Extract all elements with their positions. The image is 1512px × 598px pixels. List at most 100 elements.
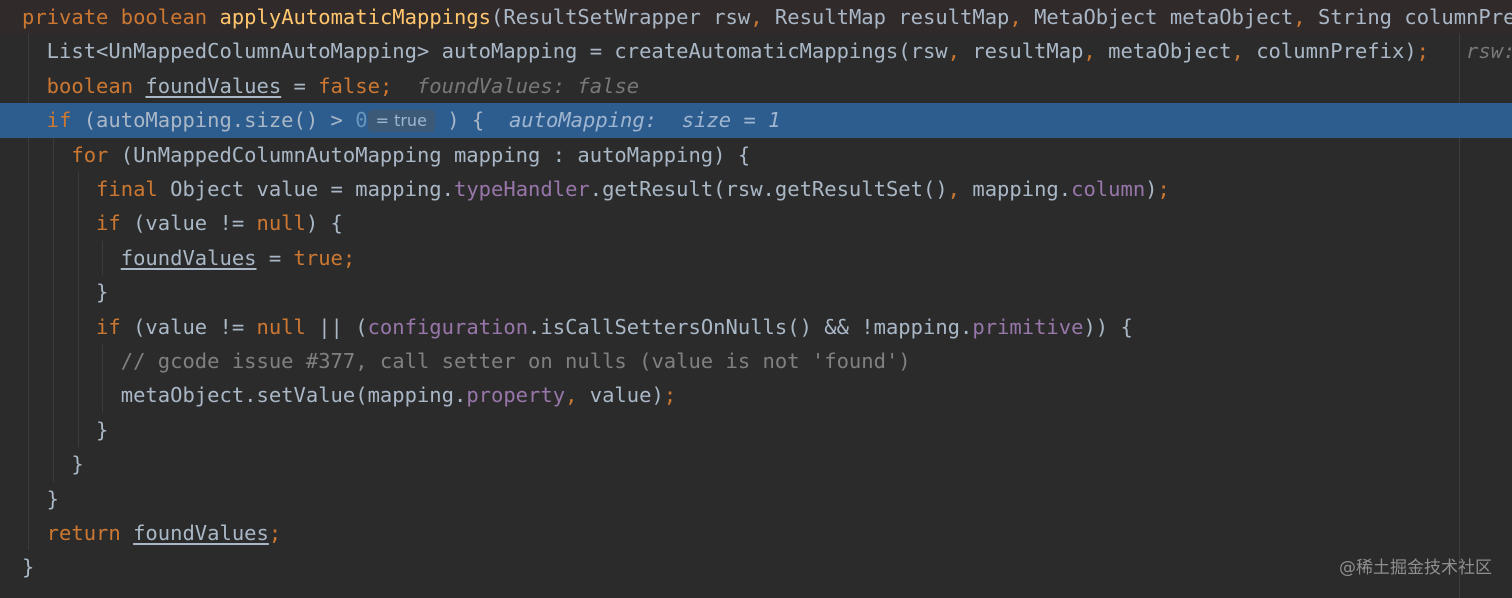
code-token: , (565, 383, 578, 408)
indent-guide (28, 206, 30, 241)
code-token: ; (268, 521, 282, 545)
indent-guide (28, 481, 30, 516)
code-text: } (47, 482, 59, 516)
code-token: 0 (355, 108, 368, 133)
indent-guide (28, 172, 30, 207)
code-text: } (96, 275, 108, 309)
code-token: value) (577, 383, 664, 408)
code-token: columnPrefix) (1243, 39, 1417, 64)
indent-guide (28, 412, 30, 448)
code-token: configuration (367, 314, 529, 339)
code-token: Object value = mapping. (157, 177, 454, 201)
code-token: property (466, 383, 566, 408)
code-token: , (750, 5, 763, 29)
indent-guide (28, 378, 30, 413)
code-token: , (1083, 39, 1096, 64)
code-token: foundValues (120, 245, 257, 270)
code-token: return (46, 521, 121, 545)
code-token: resultMap (960, 39, 1084, 64)
indent-guide (52, 137, 54, 172)
code-text: } (22, 550, 34, 584)
code-line[interactable]: metaObject.setValue(mapping.property, va… (0, 378, 1512, 413)
code-token: , (947, 177, 961, 201)
execution-point-line[interactable]: if (autoMapping.size() > 0 = true ) { aut… (0, 103, 1512, 138)
indent-guide (28, 34, 30, 69)
code-token: boolean (120, 5, 208, 29)
indent-guide (28, 68, 30, 104)
code-line[interactable]: boolean foundValues = false; foundValues… (0, 68, 1512, 104)
code-token: mapping. (960, 177, 1072, 201)
code-token: = (281, 73, 319, 98)
indent-guide (52, 412, 54, 448)
code-line[interactable]: } (0, 447, 1512, 482)
indent-guide (28, 137, 30, 172)
watermark: @稀土掘金技术社区 (1339, 558, 1492, 578)
code-text: if (value != null || (configuration.isCa… (96, 310, 1133, 344)
indent-guide (77, 309, 79, 344)
code-line[interactable]: foundValues = true; (0, 240, 1512, 276)
indent-guide (52, 447, 54, 482)
code-token: metaObject (1095, 39, 1232, 64)
code-token: foundValues (145, 73, 282, 98)
debug-inline-hint: foundValues: false (416, 73, 640, 98)
code-token: ; (342, 245, 356, 270)
code-text: if (value != null) { (96, 206, 343, 240)
code-line[interactable]: } (0, 481, 1512, 516)
code-line[interactable]: } (0, 275, 1512, 310)
code-token: (ResultSetWrapper rsw (491, 5, 751, 29)
indent-guide (77, 344, 79, 379)
code-token: } (46, 486, 60, 511)
code-text: private boolean applyAutomaticMappings(R… (22, 0, 1512, 34)
code-token: } (96, 280, 109, 305)
code-text: } (96, 413, 108, 447)
indent-guide (102, 240, 104, 276)
code-line[interactable]: return foundValues; (0, 516, 1512, 551)
code-token: } (71, 452, 84, 477)
code-text: metaObject.setValue(mapping.property, va… (121, 378, 676, 412)
indent-guide (28, 275, 30, 310)
code-token: (autoMapping.size() > (71, 108, 356, 133)
code-token: if (96, 314, 121, 339)
code-text: List<UnMappedColumnAutoMapping> autoMapp… (47, 34, 1512, 68)
code-token: )) { (1083, 314, 1133, 339)
code-line[interactable]: if (value != null || (configuration.isCa… (0, 309, 1512, 344)
code-token: boolean (46, 73, 134, 98)
code-token: final (96, 177, 158, 201)
indent-guide (102, 344, 104, 379)
indent-guide (28, 516, 30, 551)
code-editor[interactable]: private boolean applyAutomaticMappings(R… (0, 0, 1512, 598)
code-line[interactable]: } (0, 550, 1512, 584)
code-token: } (96, 417, 109, 442)
indent-guide (28, 240, 30, 276)
code-token: (value != (120, 211, 257, 236)
indent-guide (52, 344, 54, 379)
code-line[interactable]: final Object value = mapping.typeHandler… (0, 172, 1512, 207)
code-token: private (22, 5, 109, 29)
code-text: final Object value = mapping.typeHandler… (96, 172, 1170, 206)
code-token: null (256, 314, 306, 339)
code-token: for (71, 142, 109, 167)
code-token: ; (1416, 39, 1430, 64)
code-line[interactable]: for (UnMappedColumnAutoMapping mapping :… (0, 137, 1512, 172)
indent-guide (28, 447, 30, 482)
code-token: if (46, 108, 72, 133)
indent-guide (77, 172, 79, 207)
code-line[interactable]: List<UnMappedColumnAutoMapping> autoMapp… (0, 34, 1512, 69)
code-line[interactable]: } (0, 412, 1512, 448)
code-token: (value != (120, 314, 257, 339)
code-token: ) { (434, 108, 509, 133)
code-token: } (22, 555, 35, 580)
inline-value-badge: = true (367, 110, 435, 133)
indent-guide (77, 240, 79, 276)
code-token: , (1231, 39, 1244, 64)
code-text: return foundValues; (47, 516, 282, 550)
code-line[interactable]: private boolean applyAutomaticMappings(R… (0, 0, 1512, 35)
code-token: ; (1157, 177, 1170, 201)
code-line[interactable]: // gcode issue #377, call setter on null… (0, 344, 1512, 379)
code-line[interactable]: if (value != null) { (0, 206, 1512, 241)
debug-inline-hint: autoMapping: size = 1 (508, 108, 781, 133)
indent-guide (77, 206, 79, 241)
